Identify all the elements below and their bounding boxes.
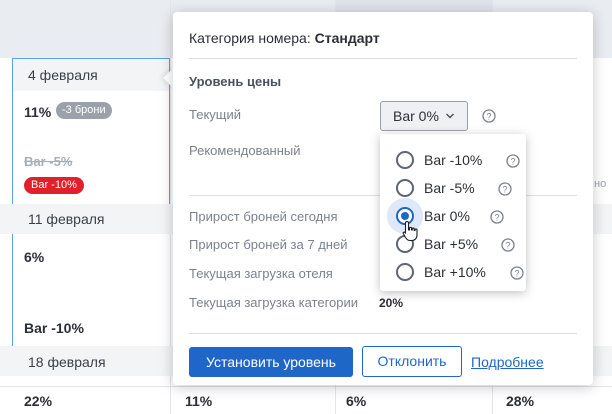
set-level-button[interactable]: Установить уровень: [189, 347, 353, 377]
old-rate: Bar -5%: [24, 154, 73, 169]
svg-text:?: ?: [514, 269, 519, 279]
section-title: Уровень цены: [189, 74, 282, 89]
help-icon[interactable]: ?: [490, 210, 504, 224]
help-icon[interactable]: ?: [498, 182, 512, 196]
svg-text:?: ?: [486, 112, 491, 122]
chevron-down-icon: [445, 113, 455, 119]
help-icon[interactable]: ?: [510, 266, 524, 280]
svg-text:?: ?: [494, 213, 499, 223]
stat-label: Прирост броней за 7 дней: [189, 237, 348, 252]
popover-title: Категория номера: Стандарт: [189, 30, 380, 46]
stat-label: Текущая загрузка категории: [189, 295, 359, 310]
stat-label: Прирост броней сегодня: [189, 209, 338, 224]
decline-button[interactable]: Отклонить: [362, 346, 462, 377]
stat-label: Текущая загрузка отеля: [189, 266, 333, 281]
current-label: Текущий: [189, 107, 241, 122]
recommended-label: Рекомендованный: [189, 143, 301, 158]
more-link[interactable]: Подробнее: [471, 354, 544, 370]
price-level-select[interactable]: Bar 0%: [380, 101, 468, 131]
week3-value: 11%: [185, 393, 213, 409]
help-icon[interactable]: ?: [506, 154, 520, 168]
date-label: 18 февраля: [28, 354, 106, 370]
svg-text:?: ?: [505, 241, 510, 251]
week3-value: 6%: [346, 393, 367, 409]
week2-percent: 6%: [24, 249, 45, 265]
radio[interactable]: [396, 263, 414, 281]
week1-percent: 11%: [24, 104, 52, 120]
category-load-value: 20%: [379, 296, 404, 310]
hand-cursor-icon: [402, 220, 418, 242]
help-icon[interactable]: ?: [501, 238, 515, 252]
radio[interactable]: [396, 151, 414, 169]
week2-rate: Bar -10%: [24, 320, 84, 336]
date-label: 4 февраля: [13, 59, 169, 91]
help-icon[interactable]: ?: [482, 109, 496, 123]
bookings-badge: -3 брони: [56, 102, 112, 119]
svg-text:?: ?: [510, 157, 515, 167]
truncated-text: но: [594, 178, 607, 190]
price-level-dropdown: Bar -10% ? Bar -5% ? Bar 0% ? Bar +5% ? …: [380, 134, 526, 291]
option-bar-minus-5[interactable]: Bar -5% ?: [396, 177, 524, 199]
option-bar-plus-10[interactable]: Bar +10% ?: [396, 261, 524, 283]
room-category: Стандарт: [314, 30, 380, 46]
new-rate-badge: Bar -10%: [24, 177, 84, 194]
week3-value: 28%: [506, 393, 535, 409]
svg-text:?: ?: [502, 185, 507, 195]
date-label: 11 февраля: [28, 211, 105, 227]
option-bar-minus-10[interactable]: Bar -10% ?: [396, 149, 524, 171]
radio[interactable]: [396, 179, 414, 197]
week3-value: 22%: [24, 393, 53, 409]
